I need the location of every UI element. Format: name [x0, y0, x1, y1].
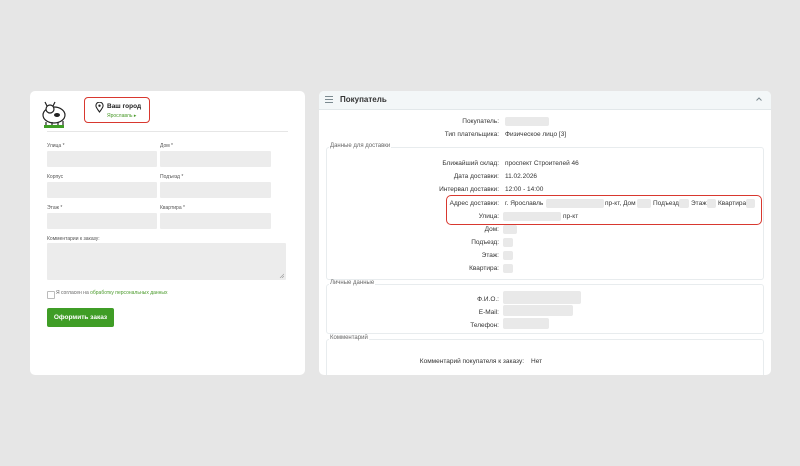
address-house-redacted: [637, 199, 651, 208]
address-apartment-redacted: [746, 199, 755, 208]
address-apartment: Квартира: [718, 200, 747, 207]
city-value[interactable]: Ярославль ▸: [107, 113, 136, 119]
address-entrance: Подъезд: [653, 200, 679, 207]
address-street-redacted: [546, 199, 604, 208]
building-input[interactable]: [47, 182, 157, 198]
fullname-redacted: [503, 291, 581, 304]
checkout-form-panel: Ваш город Ярославль ▸ Улица * Дом * Корп…: [30, 91, 305, 375]
form-divider: [47, 131, 288, 132]
apartment-label: Квартира:: [469, 265, 499, 272]
apartment-label: Квартира *: [160, 205, 185, 211]
house-input[interactable]: [160, 151, 271, 167]
warehouse-value: проспект Строителей 46: [505, 160, 579, 167]
house-value-redacted: [503, 225, 517, 234]
address-label: Адрес доставки:: [449, 200, 499, 207]
place-order-button[interactable]: Оформить заказ: [47, 308, 114, 327]
comment-textarea[interactable]: [47, 243, 286, 280]
payer-type-value: Физическое лицо [3]: [505, 131, 567, 138]
email-redacted: [503, 305, 573, 316]
comment-section: [326, 339, 764, 375]
fullname-label: Ф.И.О.:: [477, 296, 499, 303]
floor-value-redacted: [503, 251, 513, 260]
phone-redacted: [503, 318, 549, 329]
payer-type-label: Тип плательщика:: [444, 131, 499, 138]
interval-label: Интервал доставки:: [439, 186, 499, 193]
house-label: Дом:: [484, 226, 499, 233]
address-floor-redacted: [707, 199, 716, 208]
entrance-value-redacted: [503, 238, 513, 247]
agree-checkbox[interactable]: [47, 291, 55, 299]
buyer-comment-label: Комментарий покупателя к заказу:: [419, 358, 524, 365]
apartment-value-redacted: [503, 264, 513, 273]
delivery-date-value: 11.02.2026: [505, 173, 538, 180]
floor-label: Этаж:: [481, 252, 499, 259]
city-selector[interactable]: Ваш город Ярославль ▸: [84, 97, 150, 123]
street-value-redacted: [503, 212, 561, 221]
menu-icon[interactable]: [325, 96, 333, 103]
entrance-input[interactable]: [160, 182, 271, 198]
panel-header: Покупатель: [319, 91, 771, 110]
address-floor: Этаж: [691, 200, 707, 207]
street-label: Улица:: [478, 213, 499, 220]
address-entrance-redacted: [679, 199, 689, 208]
floor-label: Этаж *: [47, 205, 63, 211]
street-suffix: пр-кт: [563, 213, 579, 220]
street-input[interactable]: [47, 151, 157, 167]
crm-buyer-panel: Покупатель Покупатель: Тип плательщика: …: [319, 91, 771, 375]
entrance-label: Подъезд:: [471, 239, 499, 246]
address-city: г. Ярославль: [505, 200, 544, 207]
delivery-date-label: Дата доставки:: [453, 173, 499, 180]
entrance-label: Подъезд *: [160, 174, 184, 180]
floor-input[interactable]: [47, 213, 157, 229]
building-label: Корпус: [47, 174, 64, 180]
city-title: Ваш город: [107, 103, 142, 110]
interval-value: 12:00 - 14:00: [505, 186, 544, 193]
privacy-link[interactable]: обработку персональных данных: [90, 290, 167, 296]
apartment-input[interactable]: [160, 213, 271, 229]
delivery-section-title: Данные для доставки: [329, 143, 392, 149]
phone-label: Телефон:: [470, 322, 499, 329]
warehouse-label: Ближайший склад:: [442, 160, 499, 167]
comment-section-title: Комментарий: [329, 335, 369, 341]
address-house: пр-кт, Дом: [605, 200, 636, 207]
resize-handle-icon[interactable]: [279, 273, 284, 278]
comment-label: Комментарии к заказу:: [47, 236, 100, 242]
agree-text: Я согласен на обработку персональных дан…: [56, 290, 168, 296]
street-label: Улица *: [47, 143, 65, 149]
buyer-value-redacted: [505, 117, 549, 126]
personal-section-title: Личные данные: [329, 280, 376, 286]
location-pin-icon: [95, 102, 104, 113]
cow-logo-icon: [42, 101, 66, 128]
panel-title: Покупатель: [340, 95, 387, 104]
collapse-chevron-icon[interactable]: [756, 97, 762, 101]
buyer-label: Покупатель:: [462, 118, 499, 125]
email-label: E-Mail:: [478, 309, 499, 316]
agree-prefix: Я согласен на: [56, 290, 91, 296]
buyer-comment-value: Нет: [531, 358, 543, 365]
house-label: Дом *: [160, 143, 173, 149]
